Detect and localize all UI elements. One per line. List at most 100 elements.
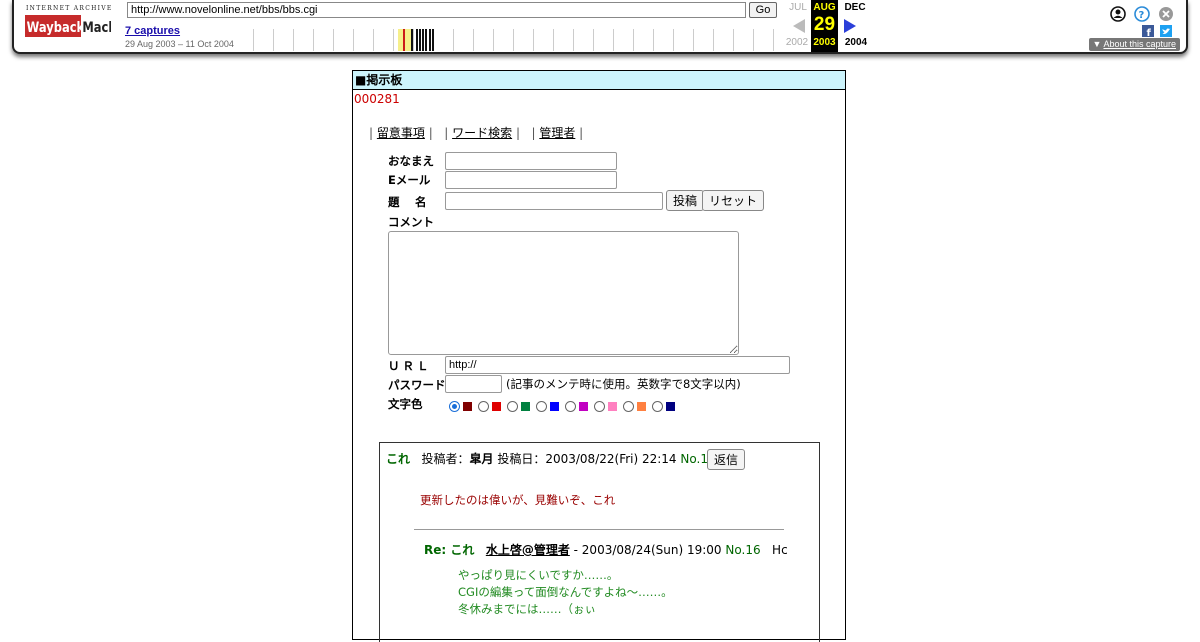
text-color-option[interactable] bbox=[623, 401, 646, 412]
name-label: おなまえ bbox=[388, 154, 434, 168]
next-capture-arrow-icon[interactable] bbox=[844, 19, 856, 33]
radio-button[interactable] bbox=[623, 401, 634, 412]
reply-line: CGIの編集って面倒なんですよね〜……。 bbox=[458, 585, 673, 599]
next-month-label[interactable]: DEC bbox=[842, 2, 868, 13]
wayback-machine-logo-icon: Wayback Machine bbox=[25, 15, 111, 37]
submit-button[interactable]: 投稿 bbox=[666, 190, 705, 211]
wayback-logo[interactable]: INTERNET ARCHIVE Wayback Machine bbox=[25, 5, 111, 41]
wayback-url-input[interactable] bbox=[127, 2, 746, 18]
facebook-icon[interactable]: f bbox=[1142, 25, 1154, 39]
wayback-top-icons: ? bbox=[1108, 4, 1178, 24]
text-color-option[interactable] bbox=[536, 401, 559, 412]
color-swatch bbox=[492, 402, 501, 411]
logo-internet-archive-text: INTERNET ARCHIVE bbox=[26, 5, 113, 12]
sparkline-month-tick bbox=[573, 29, 574, 51]
sparkline-capture-mark bbox=[422, 29, 424, 51]
menu-item-notes[interactable]: 留意事項 bbox=[377, 126, 425, 140]
menu-item-word-search[interactable]: ワード検索 bbox=[452, 126, 512, 140]
color-swatch bbox=[579, 402, 588, 411]
sparkline-month-tick bbox=[253, 29, 254, 51]
prev-month-label: JUL bbox=[789, 2, 807, 13]
text-color-option[interactable] bbox=[652, 401, 675, 412]
reply-body: やっぱり見にくいですか……。 CGIの編集って面倒なんですよね〜……。 冬休みま… bbox=[458, 567, 673, 618]
radio-button[interactable] bbox=[478, 401, 489, 412]
sparkline-month-tick bbox=[373, 29, 374, 51]
color-swatch bbox=[637, 402, 646, 411]
radio-button[interactable] bbox=[652, 401, 663, 412]
radio-button[interactable] bbox=[565, 401, 576, 412]
sparkline-month-tick bbox=[673, 29, 674, 51]
captures-link[interactable]: 7 captures bbox=[125, 25, 180, 37]
user-icon[interactable] bbox=[1110, 6, 1126, 22]
post-entry: これ 投稿者：皐月 投稿日：2003/08/22(Fri) 22:14 No.1… bbox=[379, 442, 820, 642]
menu-separator: | bbox=[369, 126, 374, 140]
prev-year-label: 2002 bbox=[785, 37, 809, 48]
radio-button[interactable] bbox=[536, 401, 547, 412]
text-color-options bbox=[449, 396, 681, 412]
sparkline-capture-mark bbox=[419, 29, 421, 51]
menu-item-admin[interactable]: 管理者 bbox=[539, 126, 575, 140]
capture-sparkline[interactable] bbox=[243, 24, 783, 51]
sparkline-capture-mark bbox=[416, 29, 418, 51]
post-date: 2003/08/22(Fri) 22:14 bbox=[545, 452, 677, 466]
sparkline-current-year-highlight bbox=[398, 29, 412, 51]
wayback-toolbar: INTERNET ARCHIVE Wayback Machine Go 7 ca… bbox=[12, 0, 1188, 54]
sparkline-month-tick bbox=[493, 29, 494, 51]
sparkline-month-tick bbox=[333, 29, 334, 51]
go-button[interactable]: Go bbox=[749, 2, 777, 18]
url-input[interactable] bbox=[445, 356, 790, 374]
text-color-option[interactable] bbox=[594, 401, 617, 412]
reply-date: - 2003/08/24(Sun) 19:00 bbox=[573, 543, 722, 557]
menu-separator: | bbox=[444, 126, 449, 140]
reply-line: やっぱり見にくいですか……。 bbox=[458, 568, 619, 582]
sparkline-month-tick bbox=[693, 29, 694, 51]
subject-input[interactable] bbox=[445, 192, 663, 210]
about-capture-label: About this capture bbox=[1103, 39, 1176, 49]
current-month-label: AUG bbox=[811, 2, 838, 13]
sparkline-month-tick bbox=[513, 29, 514, 51]
text-color-option[interactable] bbox=[565, 401, 588, 412]
sparkline-month-tick bbox=[453, 29, 454, 51]
comment-textarea[interactable] bbox=[388, 231, 739, 355]
reply-subject: Re: これ bbox=[424, 543, 475, 557]
post-author-prefix: 投稿者： bbox=[421, 452, 470, 466]
current-year-label: 2003 bbox=[813, 37, 836, 48]
color-swatch bbox=[521, 402, 530, 411]
reply-number: No.16 bbox=[725, 543, 761, 557]
menu-separator: | bbox=[579, 126, 584, 140]
radio-button[interactable] bbox=[507, 401, 518, 412]
menu-separator: | bbox=[515, 126, 520, 140]
next-year-label[interactable]: 2004 bbox=[842, 37, 870, 48]
about-capture-button[interactable]: ▼ About this capture bbox=[1088, 38, 1180, 51]
sparkline-month-tick bbox=[273, 29, 274, 51]
password-input[interactable] bbox=[445, 375, 502, 393]
sparkline-capture-mark bbox=[411, 29, 413, 51]
email-input[interactable] bbox=[445, 171, 617, 189]
sparkline-month-tick bbox=[353, 29, 354, 51]
sparkline-month-tick bbox=[633, 29, 634, 51]
password-label: パスワード bbox=[388, 378, 446, 392]
text-color-label: 文字色 bbox=[388, 397, 423, 411]
radio-button[interactable] bbox=[594, 401, 605, 412]
close-icon[interactable] bbox=[1159, 7, 1173, 21]
reply-host: Hc bbox=[772, 543, 788, 557]
sparkline-month-tick bbox=[613, 29, 614, 51]
radio-button[interactable] bbox=[449, 401, 460, 412]
sparkline-month-tick bbox=[713, 29, 714, 51]
text-color-option[interactable] bbox=[478, 401, 501, 412]
reply-button[interactable]: 返信 bbox=[707, 449, 746, 470]
text-color-option[interactable] bbox=[507, 401, 530, 412]
twitter-icon[interactable] bbox=[1160, 25, 1172, 37]
post-divider bbox=[414, 529, 784, 530]
page-title: ■掲示板 bbox=[353, 71, 845, 90]
color-swatch bbox=[608, 402, 617, 411]
sparkline-month-tick bbox=[773, 29, 774, 51]
name-input[interactable] bbox=[445, 152, 617, 170]
help-icon[interactable]: ? bbox=[1134, 6, 1150, 22]
reply-line: 冬休みまでには……（ぉぃ bbox=[458, 602, 596, 616]
reply-author-link[interactable]: 水上啓@管理者 bbox=[486, 543, 570, 557]
password-hint: (記事のメンテ時に使用。英数字で8文字以内) bbox=[506, 377, 741, 391]
reset-button[interactable]: リセット bbox=[702, 190, 765, 211]
svg-text:Wayback: Wayback bbox=[27, 20, 85, 36]
text-color-option[interactable] bbox=[449, 401, 472, 412]
